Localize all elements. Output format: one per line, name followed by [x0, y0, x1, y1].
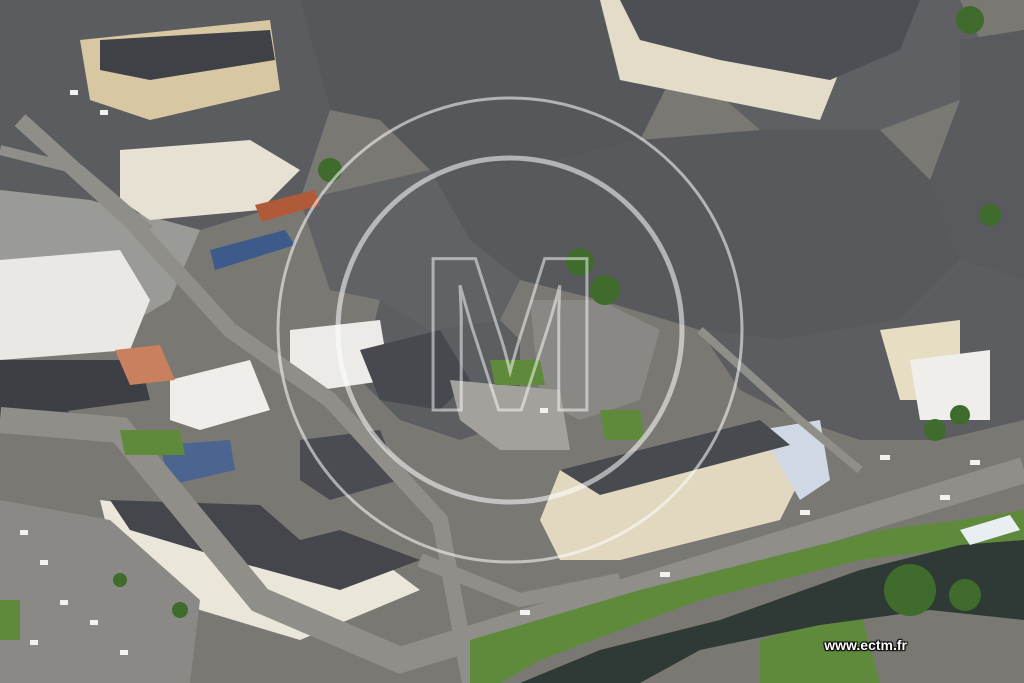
- aerial-town-photo: M: [0, 0, 1024, 683]
- watermark-logo-letters: M: [418, 211, 601, 457]
- watermark-url: www.ectm.fr: [824, 637, 907, 653]
